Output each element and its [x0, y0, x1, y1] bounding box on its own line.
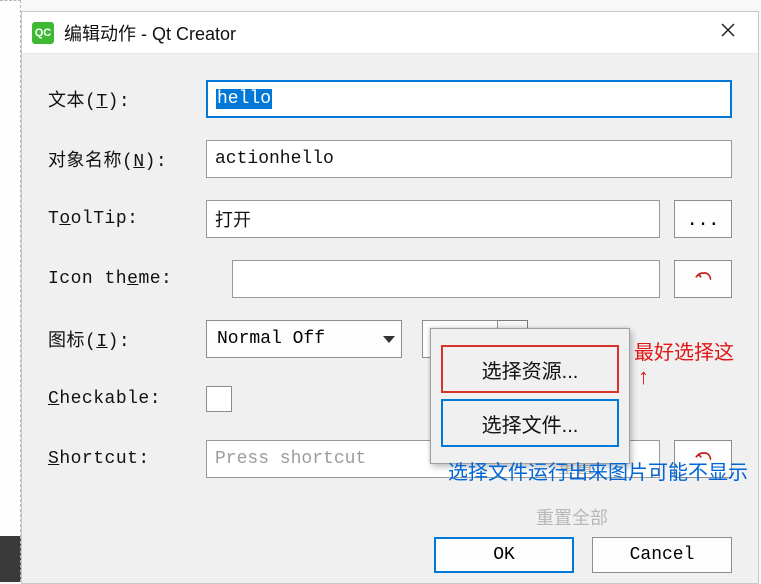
label-shortcut: Shortcut: [48, 449, 206, 469]
edit-action-dialog: QC 编辑动作 - Qt Creator 文本(T): hello 对象名称(N… [21, 11, 759, 584]
row-tooltip: ToolTip: 打开 ... [48, 198, 732, 240]
object-name-value: actionhello [215, 149, 334, 169]
label-text: 文本(T): [48, 86, 206, 112]
cancel-button[interactable]: Cancel [592, 537, 732, 573]
annotation-red-text: 最好选择这 [634, 336, 734, 365]
ghost-reset-all: 重置全部 [536, 504, 608, 530]
icon-state-value: Normal Off [217, 329, 325, 349]
app-icon: QC [32, 22, 54, 44]
reset-icon [694, 270, 712, 288]
menu-item-select-file[interactable]: 选择文件... [441, 399, 619, 447]
tooltip-input[interactable]: 打开 [206, 200, 660, 238]
label-checkable: Checkable: [48, 389, 206, 409]
close-button[interactable] [712, 17, 744, 48]
dialog-button-row: OK Cancel [434, 537, 732, 573]
label-object-name: 对象名称(N): [48, 146, 206, 172]
checkable-checkbox[interactable] [206, 386, 232, 412]
menu-item-select-resource[interactable]: 选择资源... [441, 345, 619, 393]
icon-state-combo[interactable]: Normal Off [206, 320, 402, 358]
label-icon-theme: Icon theme: [48, 269, 206, 289]
text-input-selection: hello [216, 89, 272, 109]
tooltip-more-button[interactable]: ... [674, 200, 732, 238]
object-name-input[interactable]: actionhello [206, 140, 732, 178]
row-icon-theme: Icon theme: [48, 258, 732, 300]
designer-canvas-edge [0, 0, 21, 582]
chevron-down-icon [383, 336, 395, 343]
window-title: 编辑动作 - Qt Creator [64, 20, 712, 46]
shortcut-placeholder: Press shortcut [215, 449, 366, 469]
titlebar: QC 编辑动作 - Qt Creator [22, 12, 758, 54]
row-text: 文本(T): hello [48, 78, 732, 120]
form-area: 文本(T): hello 对象名称(N): actionhello ToolTi… [22, 54, 758, 480]
label-icon: 图标(I): [48, 326, 206, 352]
label-tooltip: ToolTip: [48, 209, 206, 229]
annotation-blue-text: 选择文件运行出来图片可能不显示 [448, 458, 748, 488]
designer-dark-strip [0, 536, 21, 582]
annotation-red-arrow: ↑ [638, 364, 649, 390]
ok-button[interactable]: OK [434, 537, 574, 573]
icon-browse-menu: 选择资源... 选择文件... [430, 328, 630, 464]
text-input[interactable]: hello [206, 80, 732, 118]
row-object-name: 对象名称(N): actionhello [48, 138, 732, 180]
icon-theme-input[interactable] [232, 260, 660, 298]
icon-theme-reset-button[interactable] [674, 260, 732, 298]
tooltip-value: 打开 [215, 206, 251, 232]
